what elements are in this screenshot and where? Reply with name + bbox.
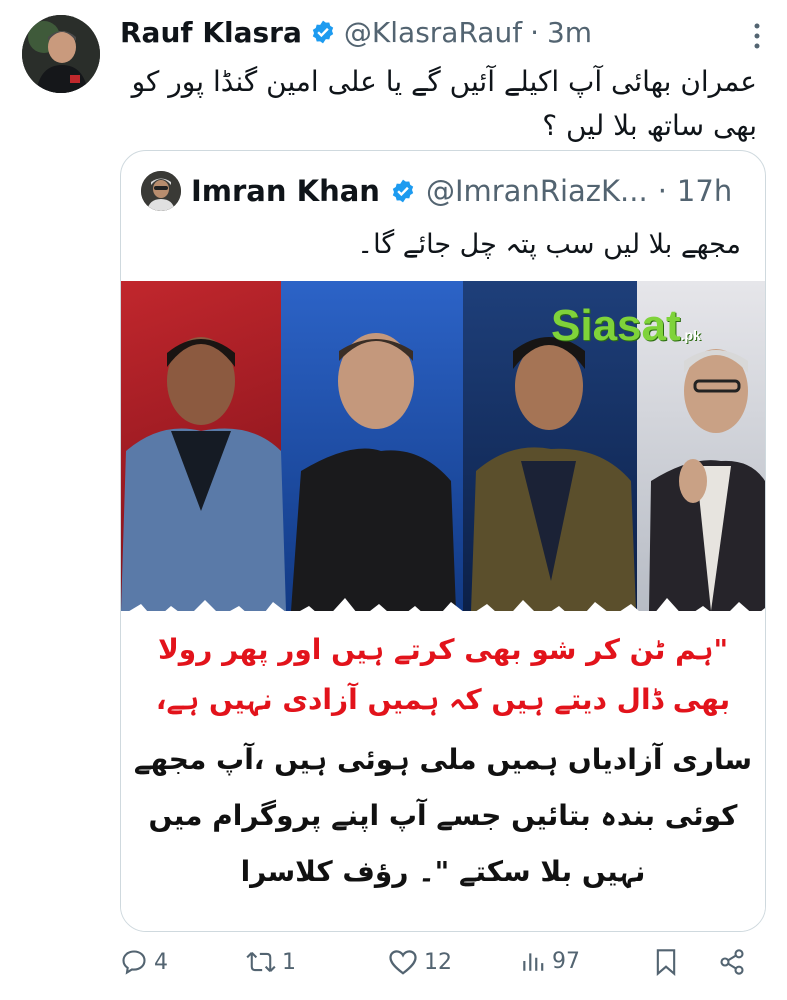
quoted-author-avatar[interactable] (141, 171, 181, 211)
tweet-text-line: عمران بھائی آپ اکیلے آئیں گے یا علی امین… (131, 65, 757, 98)
caption-line: بھی ڈال دیتے ہیں کہ ہمیں آزادی نہیں ہے، (155, 683, 731, 716)
more-options-icon[interactable] (753, 22, 761, 50)
bookmark-button[interactable] (654, 948, 678, 976)
tweet-text: عمران بھائی آپ اکیلے آئیں گے یا علی امین… (118, 60, 757, 148)
caption-line: کوئی بندہ بتائیں جسے آپ اپنے پروگرام میں (148, 799, 738, 832)
logo-suffix: .pk (680, 327, 701, 343)
separator-dot: · (530, 15, 539, 49)
like-button[interactable]: 12 (388, 948, 452, 976)
quoted-tweet-media[interactable]: Siasat.pk "ہم ٹن کر شو بھی کرتے ہیں اور … (121, 281, 765, 931)
quoted-tweet[interactable]: Imran Khan @ImranRiazK... · 17h مجھے بلا… (120, 150, 766, 932)
tweet-header: Rauf Klasra @KlasraRauf · 3m (120, 12, 727, 52)
repost-button[interactable]: 1 (246, 948, 296, 976)
reply-button[interactable]: 4 (120, 948, 168, 976)
verified-badge-icon (392, 179, 414, 203)
share-icon (720, 949, 744, 975)
author-handle[interactable]: @KlasraRauf (344, 16, 522, 49)
bookmark-icon (656, 949, 676, 976)
views-button[interactable]: 97 (520, 948, 580, 974)
reply-icon (122, 950, 146, 975)
quoted-tweet-text: مجھے بلا لیں سب پتہ چل جائے گا۔ (357, 229, 741, 260)
repost-count: 1 (282, 949, 296, 975)
quoted-author-handle[interactable]: @ImranRiazK... (426, 174, 648, 208)
tweet-action-bar: 4 1 12 97 (0, 948, 787, 988)
media-caption: "ہم ٹن کر شو بھی کرتے ہیں اور پھر رولا ب… (121, 611, 765, 931)
caption-line: ساری آزادیاں ہمیں ملی ہوئی ہیں ،آپ مجھے (133, 743, 753, 776)
caption-line: "ہم ٹن کر شو بھی کرتے ہیں اور پھر رولا (157, 633, 729, 666)
quoted-author-name[interactable]: Imran Khan (191, 174, 380, 208)
quoted-tweet-timestamp[interactable]: 17h (677, 174, 732, 208)
tweet-timestamp[interactable]: 3m (547, 16, 592, 49)
share-button[interactable] (718, 948, 746, 976)
tweet-text-line: بھی ساتھ بلا لیں ؟ (542, 109, 757, 142)
author-name[interactable]: Rauf Klasra (120, 16, 302, 49)
separator-dot: · (657, 174, 667, 208)
caption-line: نہیں بلا سکتے "۔ رؤف کلاسرا (240, 855, 646, 888)
views-count: 97 (552, 948, 580, 974)
author-avatar[interactable] (22, 15, 100, 93)
reply-count: 4 (154, 949, 168, 975)
like-count: 12 (424, 949, 452, 975)
quoted-tweet-header: Imran Khan @ImranRiazK... · 17h (141, 167, 732, 215)
logo-text: Siasat (551, 301, 681, 350)
repost-icon (246, 952, 276, 972)
media-watermark-logo: Siasat.pk (551, 301, 701, 351)
verified-badge-icon (312, 20, 334, 44)
like-icon (389, 950, 417, 975)
views-icon (523, 953, 544, 971)
